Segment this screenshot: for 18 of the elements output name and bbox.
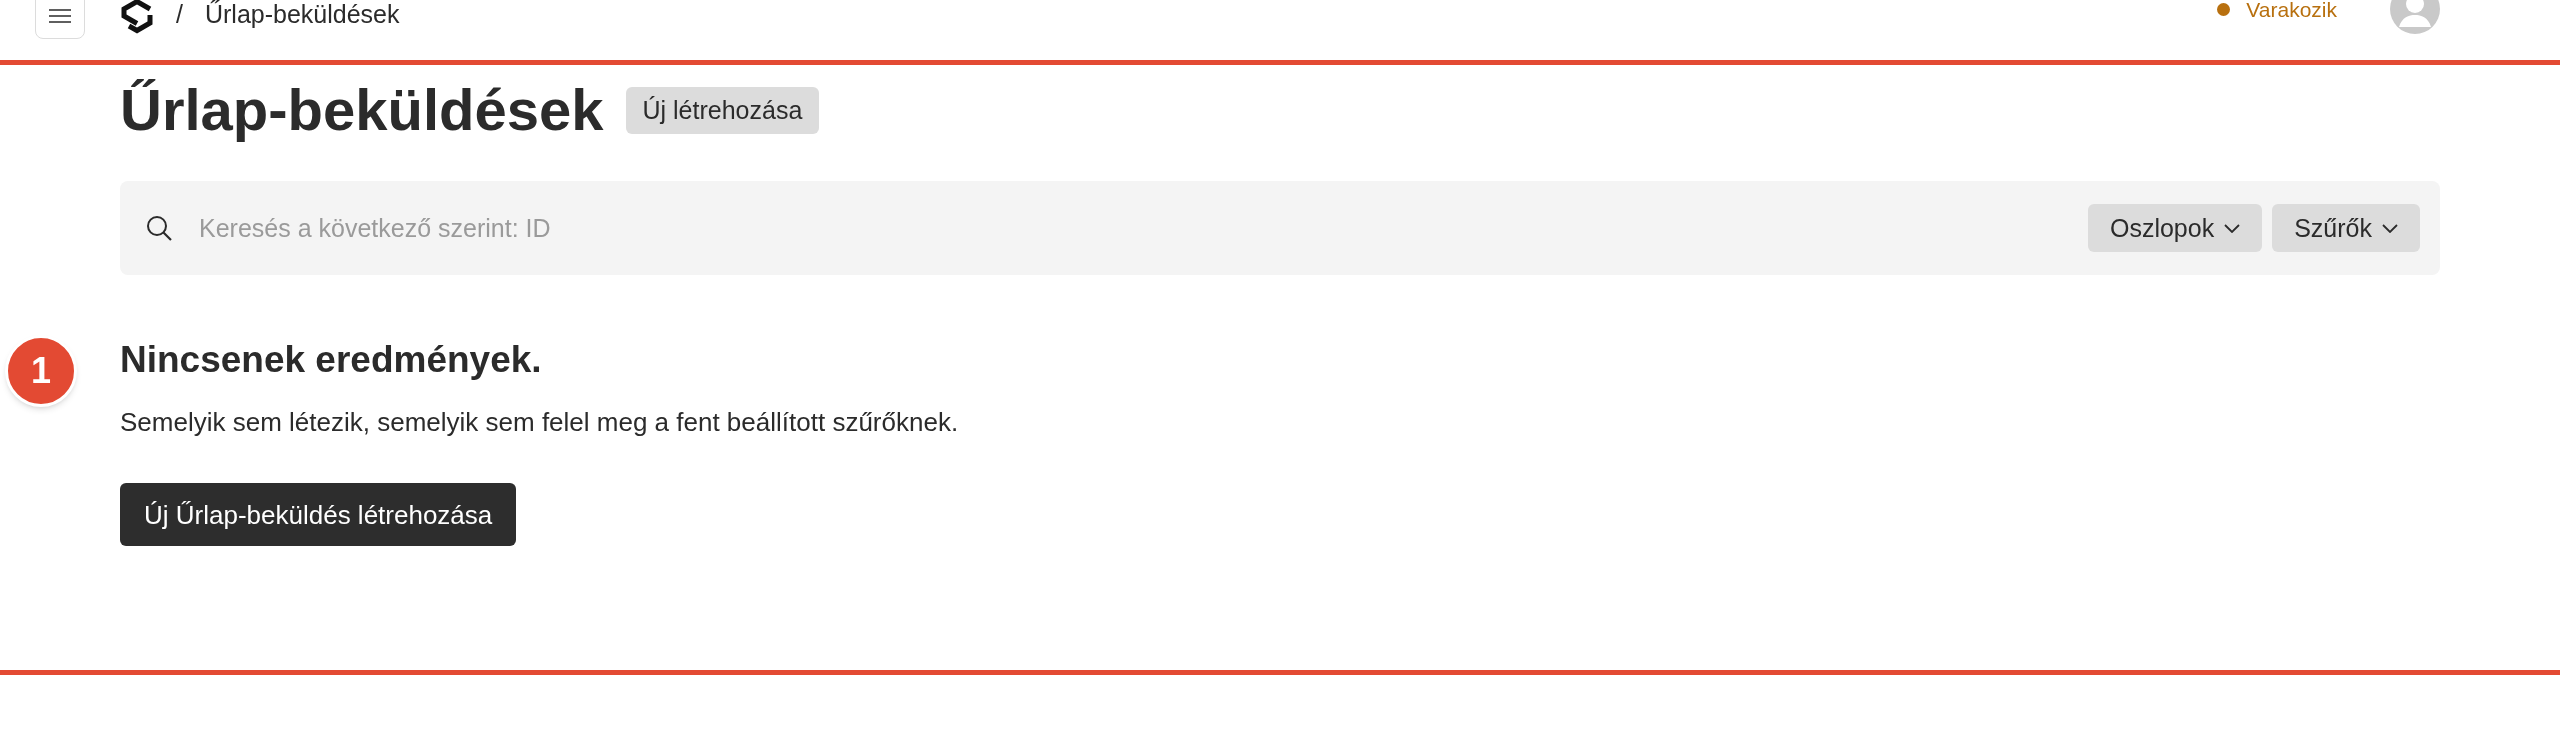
hexagon-logo-icon[interactable] xyxy=(120,0,154,34)
breadcrumb-current: Űrlap-beküldések xyxy=(204,1,400,27)
chevron-down-icon xyxy=(2382,223,2398,233)
chevron-down-icon xyxy=(2224,223,2241,233)
dropdown-button[interactable]: Szűrők xyxy=(2272,204,2420,252)
menu-icon xyxy=(49,9,71,23)
empty-state-heading: Nincsenek eredmények. xyxy=(120,338,543,381)
step-number-marker: 1 xyxy=(5,335,77,407)
search-icon xyxy=(146,215,172,241)
create-button[interactable]: Új létrehozása xyxy=(625,86,820,134)
empty-state-message: Semelyik sem létezik, semelyik sem felel meg a fent beállított szűrőknek. xyxy=(120,407,960,437)
breadcrumb-separator: / xyxy=(176,1,183,27)
status-label: Varakozik xyxy=(2246,0,2337,20)
search-bar[interactable]: Keresés a következő szerint: ID Oszlopok Szűrők xyxy=(120,181,2440,275)
dropdown-button[interactable]: Oszlopok xyxy=(2087,204,2263,252)
search-field[interactable]: Keresés a következő szerint: ID xyxy=(199,204,2088,252)
create-submission-button[interactable]: Új Űrlap-beküldés létrehozása xyxy=(120,483,517,546)
menu-button[interactable] xyxy=(35,0,85,39)
